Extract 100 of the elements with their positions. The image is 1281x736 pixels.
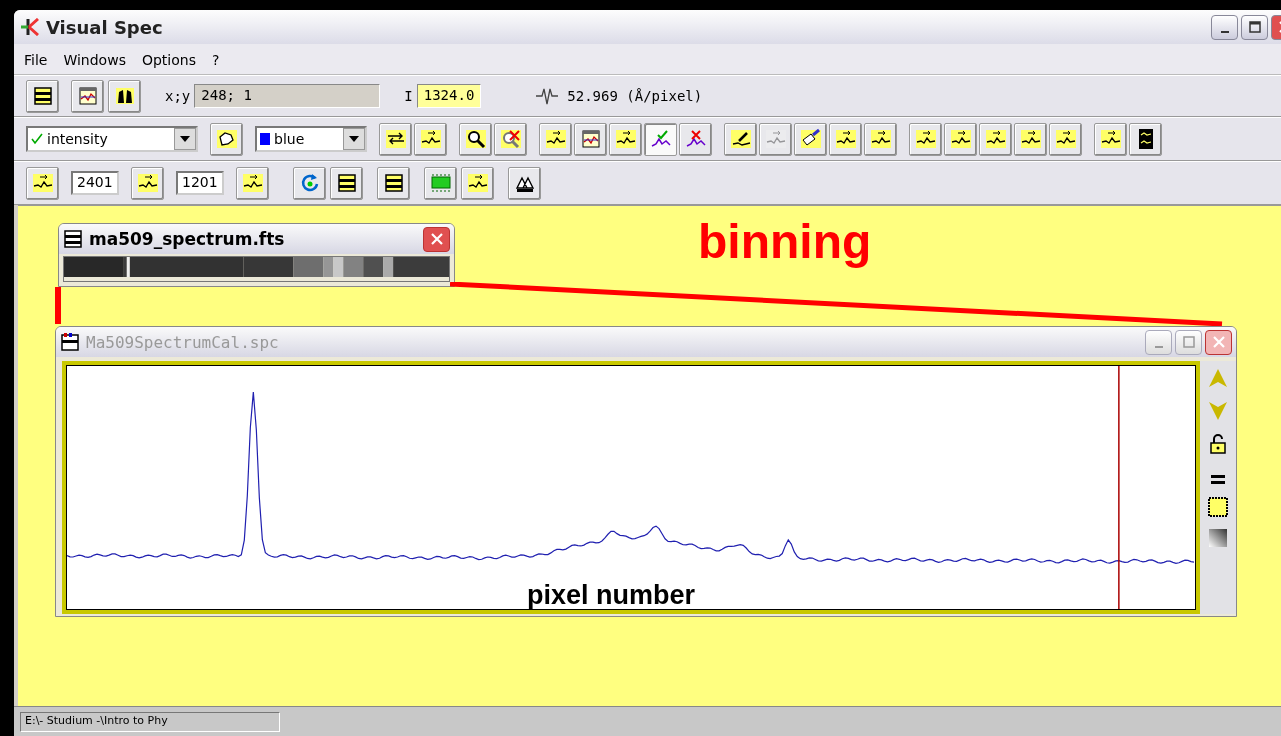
toolbar-button[interactable] bbox=[1014, 122, 1047, 156]
wave-icon bbox=[1099, 128, 1122, 150]
number-field[interactable]: 1201 bbox=[176, 171, 224, 195]
chart-icon bbox=[579, 128, 602, 150]
highlight-bar-icon bbox=[429, 172, 452, 194]
color-swatch-icon bbox=[260, 133, 270, 145]
wave-icon bbox=[869, 128, 892, 150]
toolbar-button[interactable] bbox=[864, 122, 897, 156]
minimize-button[interactable] bbox=[1211, 14, 1238, 40]
toolbar-button[interactable] bbox=[108, 79, 141, 113]
toolbar-button[interactable] bbox=[1094, 122, 1127, 156]
dropdown-value: blue bbox=[274, 131, 305, 147]
menu-item[interactable]: ? bbox=[211, 52, 220, 68]
up-arrow-icon bbox=[1208, 367, 1228, 389]
search-icon bbox=[464, 128, 487, 150]
document-icon bbox=[63, 229, 83, 249]
pipette-icon bbox=[729, 128, 752, 150]
close-button[interactable] bbox=[1205, 329, 1232, 355]
app-logo-icon bbox=[20, 18, 40, 36]
coordinate-field: 248; 1 bbox=[194, 84, 381, 108]
dropdown-button[interactable] bbox=[174, 128, 196, 150]
menu-item[interactable]: Windows bbox=[63, 52, 126, 68]
window-title: Ma509SpectrumCal.spc bbox=[86, 332, 280, 352]
list-icon bbox=[335, 172, 358, 194]
wave-icon bbox=[136, 172, 159, 194]
wave-icon bbox=[241, 172, 264, 194]
annotation-text: binning bbox=[698, 214, 872, 269]
wave-icon bbox=[614, 128, 637, 150]
toolbar-button[interactable] bbox=[377, 166, 410, 200]
toolbar-button[interactable] bbox=[539, 122, 572, 156]
wave-icon bbox=[1054, 128, 1077, 150]
maximize-button[interactable] bbox=[1241, 14, 1268, 40]
dotted-square-icon bbox=[1208, 497, 1228, 517]
minimize-icon bbox=[1220, 30, 1229, 33]
number-field[interactable]: 2401 bbox=[71, 171, 119, 195]
toolbar-button[interactable] bbox=[330, 166, 363, 200]
gradient-icon bbox=[1208, 528, 1228, 548]
status-field: E:\- Studium -\Intro to Phy bbox=[20, 711, 280, 732]
window-title: ma509_spectrum.fts bbox=[89, 229, 286, 249]
fill-button[interactable] bbox=[1208, 497, 1228, 520]
maximize-icon bbox=[1248, 21, 1261, 33]
close-button[interactable] bbox=[423, 226, 450, 252]
toolbar-button[interactable] bbox=[459, 122, 492, 156]
toolbar-button[interactable] bbox=[724, 122, 757, 156]
toolbar-button[interactable] bbox=[979, 122, 1012, 156]
list-icon bbox=[382, 172, 405, 194]
axis-label: pixel number bbox=[527, 580, 696, 611]
coordinate-label: x;y bbox=[165, 88, 191, 104]
maximize-icon bbox=[1182, 336, 1195, 348]
toolbar-button[interactable] bbox=[131, 166, 164, 200]
arrows-icon bbox=[384, 128, 407, 150]
toolbar-button[interactable] bbox=[679, 122, 712, 156]
spectrum-file-icon bbox=[60, 332, 80, 352]
toolbar-button[interactable] bbox=[644, 122, 677, 156]
menu-item[interactable]: File bbox=[24, 52, 48, 68]
wave-icon bbox=[419, 128, 442, 150]
minimize-icon bbox=[1154, 345, 1163, 348]
check-icon bbox=[31, 133, 43, 145]
down-arrow-icon bbox=[1208, 400, 1228, 422]
caret-icon bbox=[349, 136, 359, 142]
toolbar-button[interactable] bbox=[1129, 122, 1162, 156]
toolbar-button[interactable] bbox=[944, 122, 977, 156]
brush-icon bbox=[799, 128, 822, 150]
intensity-label: I bbox=[404, 88, 413, 104]
zoom-cancel-icon bbox=[499, 128, 522, 150]
cross-wave-icon bbox=[684, 128, 707, 150]
caret-icon bbox=[180, 136, 190, 142]
toolbar-button[interactable] bbox=[909, 122, 942, 156]
toolbar-button[interactable] bbox=[236, 166, 269, 200]
toolbar-button[interactable] bbox=[794, 122, 827, 156]
wave-icon bbox=[31, 172, 54, 194]
display-dropdown[interactable]: intensity bbox=[26, 126, 198, 152]
dropdown-value: intensity bbox=[47, 131, 108, 147]
toolbar-button[interactable] bbox=[414, 122, 447, 156]
dropdown-button[interactable] bbox=[343, 128, 365, 150]
toolbar-button[interactable] bbox=[829, 122, 862, 156]
toolbar-button[interactable] bbox=[26, 166, 59, 200]
toolbar-button[interactable] bbox=[609, 122, 642, 156]
window-title: Visual Spec bbox=[46, 16, 164, 38]
toolbar-button[interactable] bbox=[210, 122, 243, 156]
wave-icon bbox=[914, 128, 937, 150]
wave-icon bbox=[1019, 128, 1042, 150]
toolbar-button[interactable] bbox=[508, 166, 541, 200]
equals-icon bbox=[1210, 474, 1226, 486]
wave-icon bbox=[984, 128, 1007, 150]
color-dropdown[interactable]: blue bbox=[255, 126, 367, 152]
toolbar-button[interactable] bbox=[26, 79, 59, 113]
toolbar-button[interactable] bbox=[1049, 122, 1082, 156]
close-icon bbox=[1212, 336, 1225, 348]
toolbar-button[interactable] bbox=[379, 122, 412, 156]
lock-icon bbox=[1209, 433, 1227, 455]
chart-icon bbox=[76, 85, 99, 107]
wave-icon bbox=[834, 128, 857, 150]
wave-icon bbox=[544, 128, 567, 150]
close-icon bbox=[430, 233, 443, 245]
wave-icon bbox=[466, 172, 489, 194]
profile-icon bbox=[535, 86, 560, 106]
toolbar-button[interactable] bbox=[461, 166, 494, 200]
list-icon bbox=[31, 85, 54, 107]
menu-item[interactable]: Options bbox=[141, 52, 196, 68]
